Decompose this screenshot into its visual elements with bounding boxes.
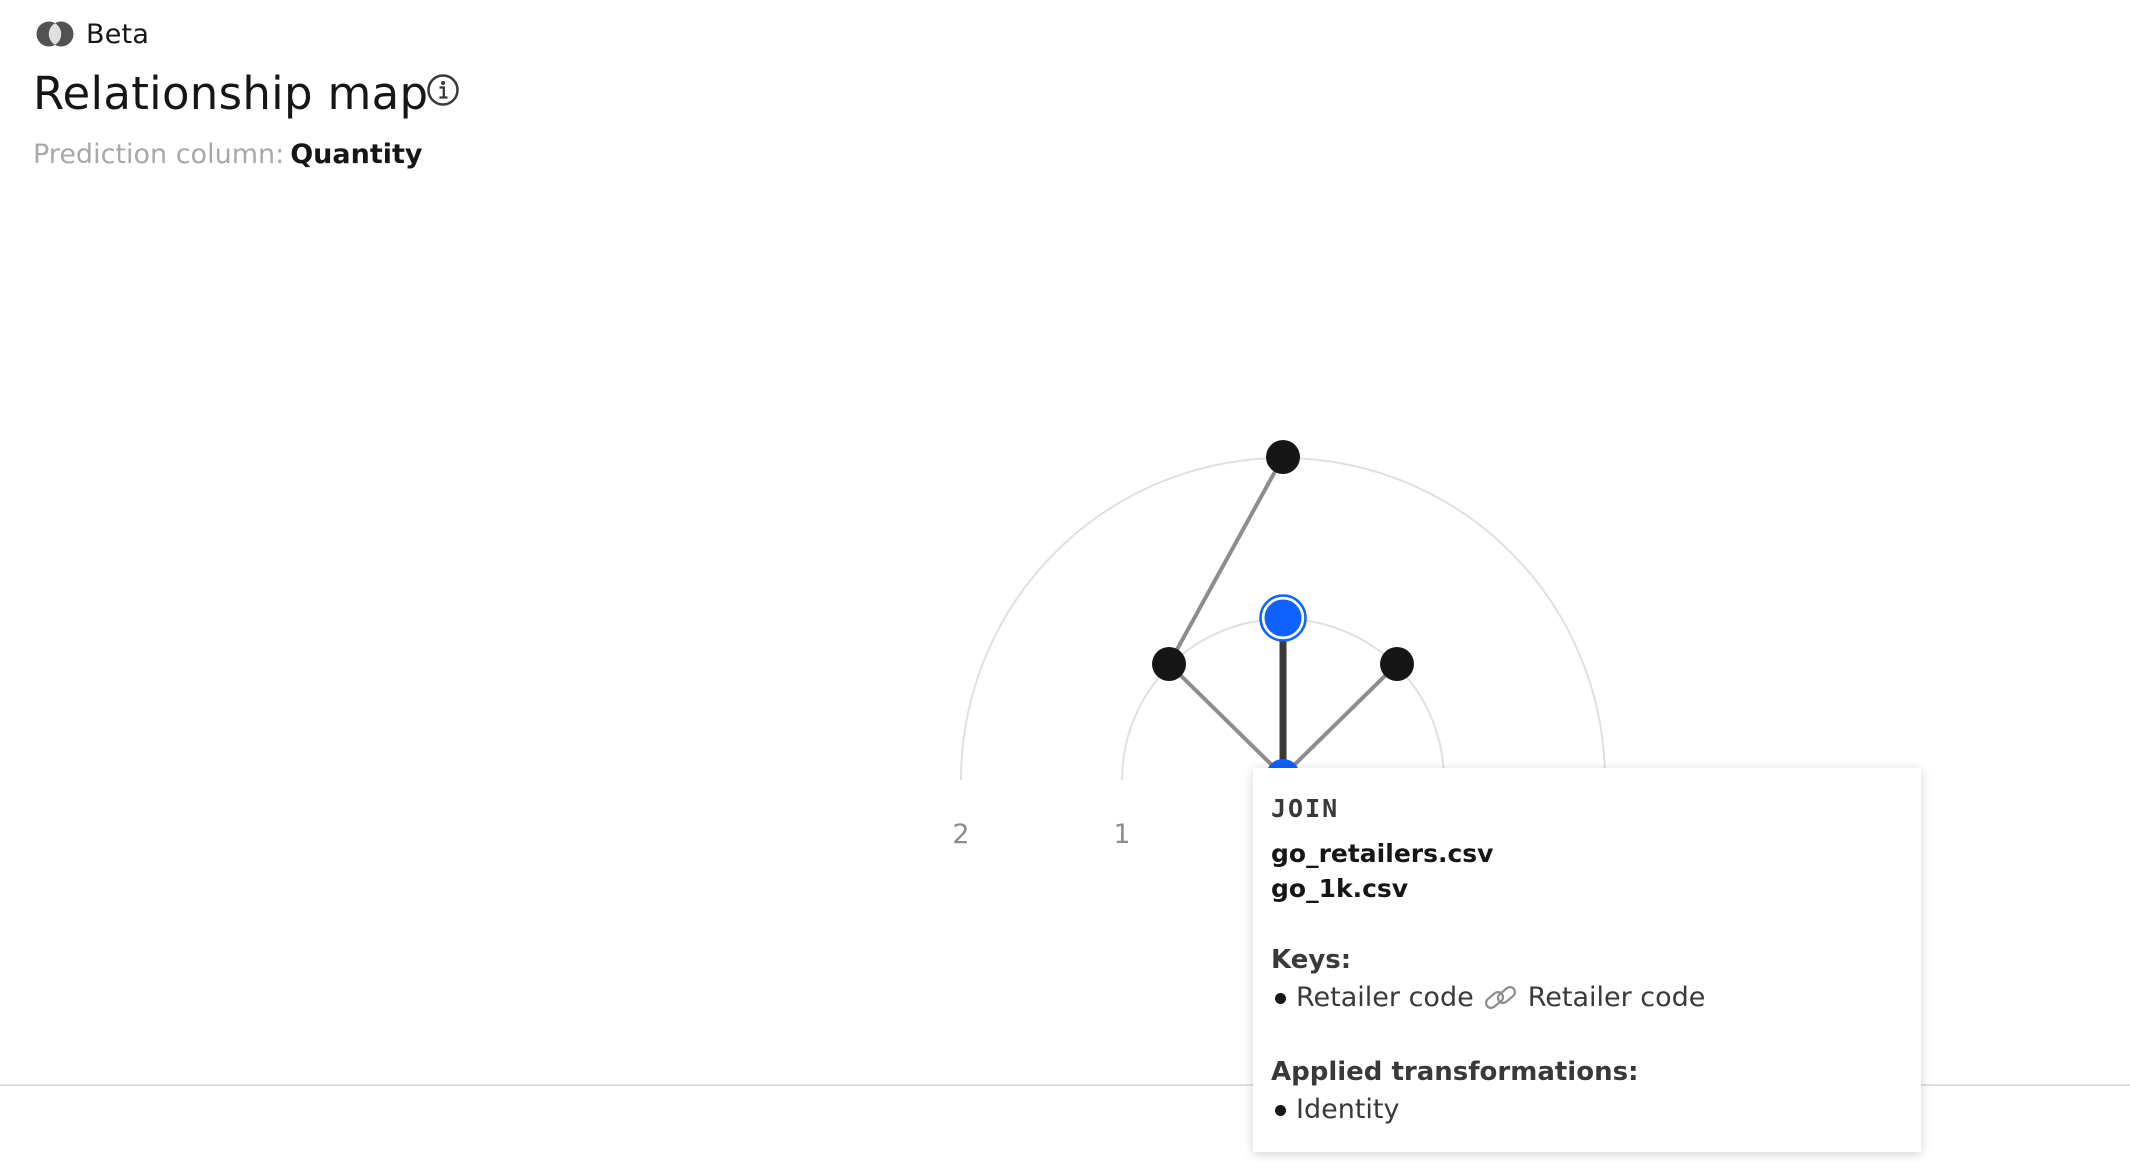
selected-node[interactable] — [1261, 596, 1305, 640]
ring-label-2: 2 — [952, 819, 969, 850]
node-left[interactable] — [1152, 647, 1186, 681]
tooltip-heading: JOIN — [1271, 794, 1340, 823]
bullet-dot — [1275, 992, 1286, 1004]
node-right[interactable] — [1380, 647, 1414, 681]
transformation-row: Identity — [1271, 1090, 1903, 1130]
key-right: Retailer code — [1527, 982, 1706, 1013]
tooltip-file: go_retailers.csv — [1271, 839, 1494, 868]
join-tooltip: JOIN go_retailers.csv go_1k.csv Keys: Re… — [1253, 768, 1921, 1152]
edge-center-to-right — [1281, 662, 1399, 778]
transformation-item: Identity — [1296, 1094, 1400, 1125]
edge-center-to-left — [1167, 662, 1285, 778]
key-left: Retailer code — [1296, 982, 1474, 1013]
transformations-title: Applied transformations: — [1271, 1057, 1639, 1087]
tooltip-file: go_1k.csv — [1271, 874, 1409, 903]
node-outer[interactable] — [1266, 440, 1300, 474]
link-icon — [1484, 986, 1516, 1009]
keys-title: Keys: — [1271, 945, 1352, 975]
key-row: Retailer code Retailer code — [1271, 978, 1903, 1018]
bullet-dot — [1275, 1104, 1286, 1116]
ring-label-1: 1 — [1113, 819, 1130, 850]
